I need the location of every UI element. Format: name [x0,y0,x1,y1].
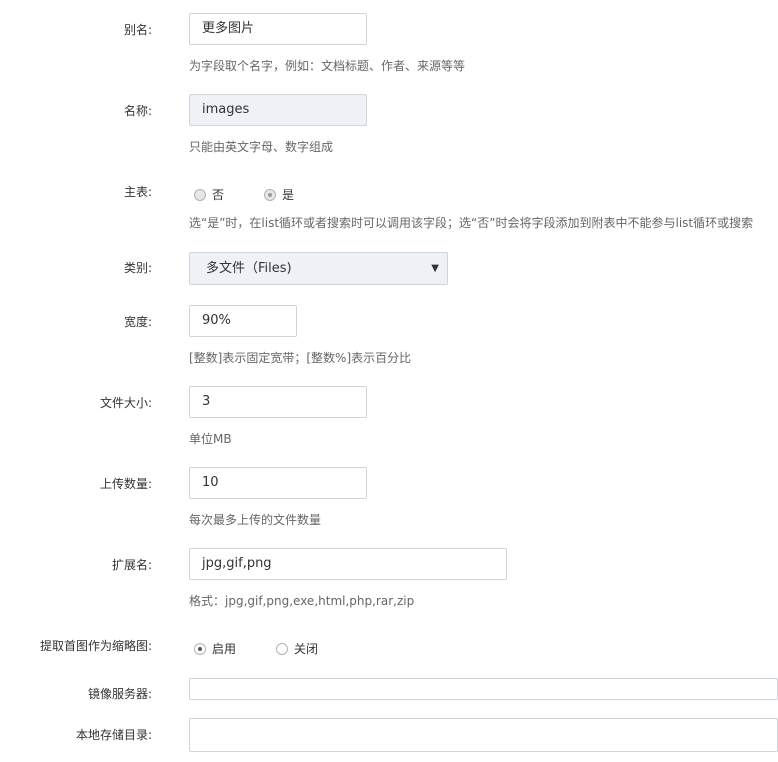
file-size-help: 单位MB [189,432,232,446]
mirror-server-label: 镜像服务器: [87,687,152,701]
category-selected-value: 多文件（Files) [206,261,292,276]
thumbnail-option-disable-label: 关闭 [294,642,319,656]
radio-checked-icon [194,642,206,655]
width-input[interactable]: 90% [189,305,297,337]
extensions-help: 格式：jpg,gif,png,exe,html,php,rar,zip [189,594,415,608]
name-label: 名称: [123,104,152,118]
local-dir-label: 本地存储目录: [75,728,152,742]
upload-count-label: 上传数量: [99,477,152,491]
radio-unchecked-icon [276,642,288,655]
chevron-down-icon: ▼ [431,263,439,274]
alias-label: 别名: [123,23,152,37]
alias-input[interactable]: 更多图片 [189,13,367,45]
local-dir-input[interactable] [189,718,778,752]
radio-checked-icon [264,188,276,201]
main-table-help: 选“是”时，在list循环或者搜索时可以调用该字段；选“否”时会将字段添加到附表… [189,216,754,230]
extensions-label: 扩展名: [111,558,152,572]
name-input[interactable]: images [189,94,367,126]
category-label: 类别: [123,261,152,275]
upload-count-help: 每次最多上传的文件数量 [189,513,322,527]
name-help: 只能由英文字母、数字组成 [189,140,334,154]
upload-count-input[interactable]: 10 [189,467,367,499]
mirror-server-input[interactable] [189,678,778,700]
radio-unchecked-icon [194,188,206,201]
file-size-label: 文件大小: [99,396,152,410]
main-table-option-yes-label: 是 [282,188,295,202]
main-table-option-yes[interactable]: 是 [264,186,294,203]
width-help: [整数]表示固定宽带；[整数%]表示百分比 [189,351,412,365]
thumbnail-option-enable-label: 启用 [212,642,237,656]
main-table-label: 主表: [123,185,152,199]
field-settings-form: 别名: 更多图片 为字段取个名字，例如：文档标题、作者、来源等等 名称: ima… [0,0,778,762]
thumbnail-option-disable[interactable]: 关闭 [276,640,318,657]
main-table-option-no-label: 否 [212,188,225,202]
main-table-option-no[interactable]: 否 [194,186,224,203]
width-label: 宽度: [123,315,152,329]
alias-help: 为字段取个名字，例如：文档标题、作者、来源等等 [189,59,466,73]
extensions-input[interactable]: jpg,gif,png [189,548,507,580]
thumbnail-label: 提取首图作为缩略图: [39,639,152,653]
file-size-input[interactable]: 3 [189,386,367,418]
thumbnail-option-enable[interactable]: 启用 [194,640,236,657]
category-select[interactable]: 多文件（Files) ▼ [189,252,448,285]
